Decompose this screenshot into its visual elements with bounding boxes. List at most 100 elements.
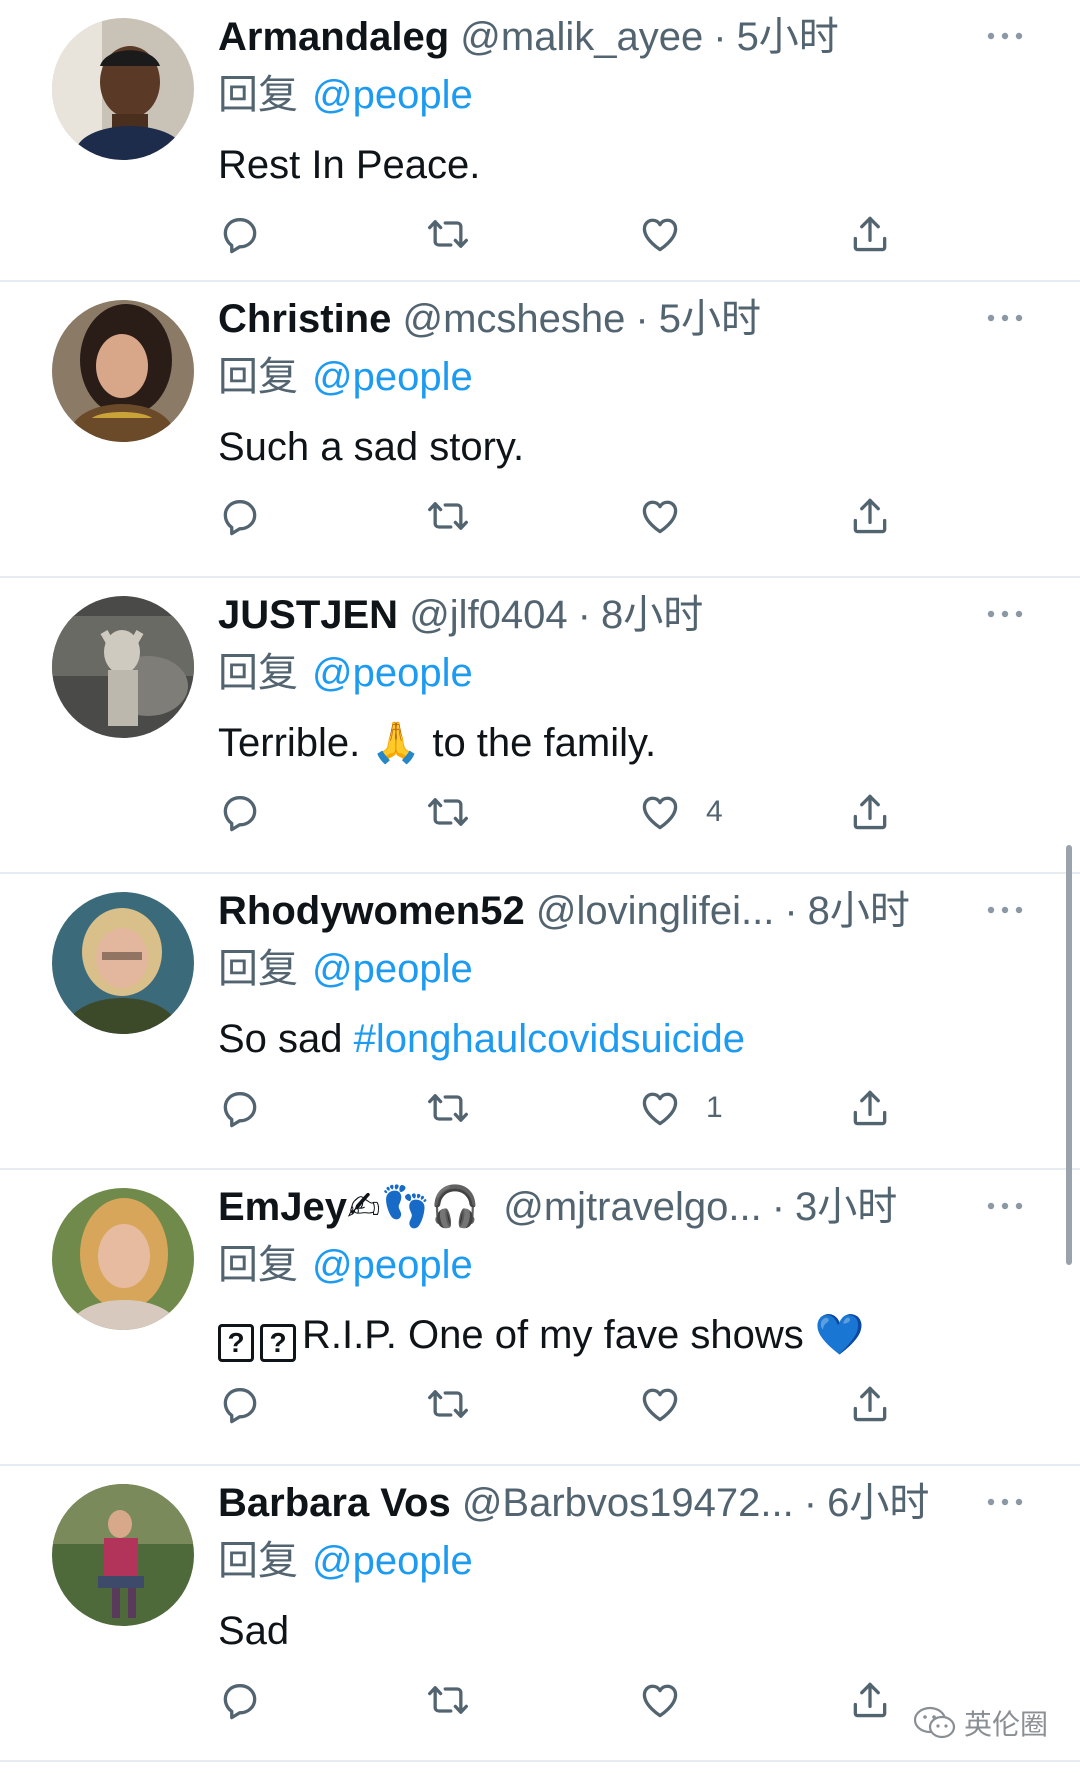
mention-link[interactable]: @people: [312, 1539, 473, 1583]
avatar[interactable]: [52, 892, 194, 1034]
share-icon: [848, 494, 892, 538]
scrollbar[interactable]: [1066, 845, 1072, 1265]
retweet-icon: [426, 212, 470, 256]
share-button[interactable]: [848, 492, 892, 540]
avatar[interactable]: [52, 1188, 194, 1330]
avatar[interactable]: [52, 18, 194, 160]
separator-dot: ·: [713, 15, 727, 59]
reply-tweet[interactable]: Armandaleg @malik_ayee · 5小时 回复 @people Res…: [0, 0, 1080, 282]
retweet-button[interactable]: [426, 1084, 470, 1132]
reply-tweet[interactable]: JUSTJEN @jlf0404 · 8小时 回复 @people Terrible.…: [0, 578, 1080, 874]
like-button[interactable]: 1: [638, 1084, 723, 1132]
share-button[interactable]: [848, 1380, 892, 1428]
user-name[interactable]: JUSTJEN: [218, 593, 398, 637]
reply-button[interactable]: [218, 1380, 262, 1428]
more-icon[interactable]: [985, 26, 1025, 46]
like-button[interactable]: [638, 1676, 706, 1724]
share-button[interactable]: [848, 1084, 892, 1132]
share-button[interactable]: [848, 210, 892, 258]
reply-tweet[interactable]: EmJey✍👣🎧 @mjtravelgo... · 3小时 回复 @people ??…: [0, 1170, 1080, 1466]
like-button[interactable]: [638, 492, 706, 540]
retweet-button[interactable]: [426, 788, 470, 836]
like-button[interactable]: [638, 210, 706, 258]
tweet-header: EmJey✍👣🎧 @mjtravelgo... · 3小时: [218, 1182, 978, 1232]
user-name[interactable]: Christine: [218, 297, 391, 341]
share-icon: [848, 790, 892, 834]
avatar[interactable]: [52, 1484, 194, 1626]
share-button[interactable]: [848, 1676, 892, 1724]
tweet-text-main: So sad: [218, 1017, 343, 1061]
reply-to-line: 回复 @people: [218, 1240, 473, 1290]
user-handle[interactable]: @mcsheshe: [402, 297, 625, 341]
hashtag-link[interactable]: #longhaulcovidsuicide: [354, 1017, 745, 1061]
like-icon: [638, 1678, 682, 1722]
retweet-button[interactable]: [426, 492, 470, 540]
user-name[interactable]: Barbara Vos: [218, 1481, 451, 1525]
reply-button[interactable]: [218, 492, 262, 540]
user-name[interactable]: Rhodywomen52: [218, 889, 525, 933]
retweet-icon: [426, 494, 470, 538]
action-bar: [218, 1676, 918, 1724]
mention-link[interactable]: @people: [312, 1243, 473, 1287]
reply-prefix: 回复: [218, 73, 298, 117]
missing-glyph-box: ?: [260, 1324, 296, 1362]
more-icon[interactable]: [985, 1196, 1025, 1216]
more-icon[interactable]: [985, 604, 1025, 624]
more-icon[interactable]: [985, 1492, 1025, 1512]
reply-tweet[interactable]: Christine @mcsheshe · 5小时 回复 @people Such a…: [0, 282, 1080, 578]
user-handle[interactable]: @malik_ayee: [460, 15, 703, 59]
timestamp[interactable]: 6小时: [827, 1481, 929, 1525]
timestamp[interactable]: 5小时: [737, 15, 839, 59]
retweet-button[interactable]: [426, 1676, 470, 1724]
mention-link[interactable]: @people: [312, 355, 473, 399]
separator-dot: ·: [577, 593, 591, 637]
praying-hands-emoji: 🙏: [371, 720, 422, 766]
reply-button[interactable]: [218, 788, 262, 836]
like-icon: [638, 494, 682, 538]
user-handle[interactable]: @lovinglifei...: [536, 889, 774, 933]
timestamp[interactable]: 8小时: [601, 593, 703, 637]
user-handle[interactable]: @mjtravelgo...: [503, 1185, 761, 1229]
missing-glyph-box: ?: [218, 1324, 254, 1362]
mention-link[interactable]: @people: [312, 947, 473, 991]
retweet-button[interactable]: [426, 1380, 470, 1428]
tweet-text-main: R.I.P. One of my fave shows: [302, 1313, 804, 1357]
reply-button[interactable]: [218, 210, 262, 258]
avatar[interactable]: [52, 596, 194, 738]
action-bar: [218, 492, 918, 540]
action-bar: [218, 1380, 918, 1428]
reply-to-line: 回复 @people: [218, 648, 473, 698]
timestamp[interactable]: 3小时: [795, 1185, 897, 1229]
reply-prefix: 回复: [218, 651, 298, 695]
user-handle[interactable]: @Barbvos19472...: [462, 1481, 794, 1525]
reply-tweet[interactable]: Rhodywomen52 @lovinglifei... · 8小时 回复 @peop…: [0, 874, 1080, 1170]
separator-dot: ·: [803, 1481, 818, 1525]
tweet-text: Such a sad story.: [218, 425, 525, 469]
tweet-text: Sad: [218, 1609, 290, 1653]
timestamp[interactable]: 5小时: [659, 297, 761, 341]
retweet-button[interactable]: [426, 210, 470, 258]
share-button[interactable]: [848, 788, 892, 836]
like-icon: [638, 212, 682, 256]
share-icon: [848, 1678, 892, 1722]
user-handle[interactable]: @jlf0404: [409, 593, 567, 637]
like-button[interactable]: [638, 1380, 706, 1428]
reply-icon: [218, 1086, 262, 1130]
reply-prefix: 回复: [218, 1539, 298, 1583]
mention-link[interactable]: @people: [312, 73, 473, 117]
avatar[interactable]: [52, 300, 194, 442]
more-icon[interactable]: [985, 900, 1025, 920]
action-bar: [218, 210, 918, 258]
more-icon[interactable]: [985, 308, 1025, 328]
reply-button[interactable]: [218, 1084, 262, 1132]
reply-icon: [218, 1382, 262, 1426]
like-button[interactable]: 4: [638, 788, 723, 836]
tweet-header: Rhodywomen52 @lovinglifei... · 8小时: [218, 886, 978, 936]
user-name[interactable]: Armandaleg: [218, 15, 449, 59]
user-name[interactable]: EmJey: [218, 1185, 347, 1229]
mention-link[interactable]: @people: [312, 651, 473, 695]
timestamp[interactable]: 8小时: [808, 889, 910, 933]
tweet-text: Rest In Peace.: [218, 143, 481, 187]
reply-button[interactable]: [218, 1676, 262, 1724]
like-count: 1: [706, 1091, 723, 1124]
